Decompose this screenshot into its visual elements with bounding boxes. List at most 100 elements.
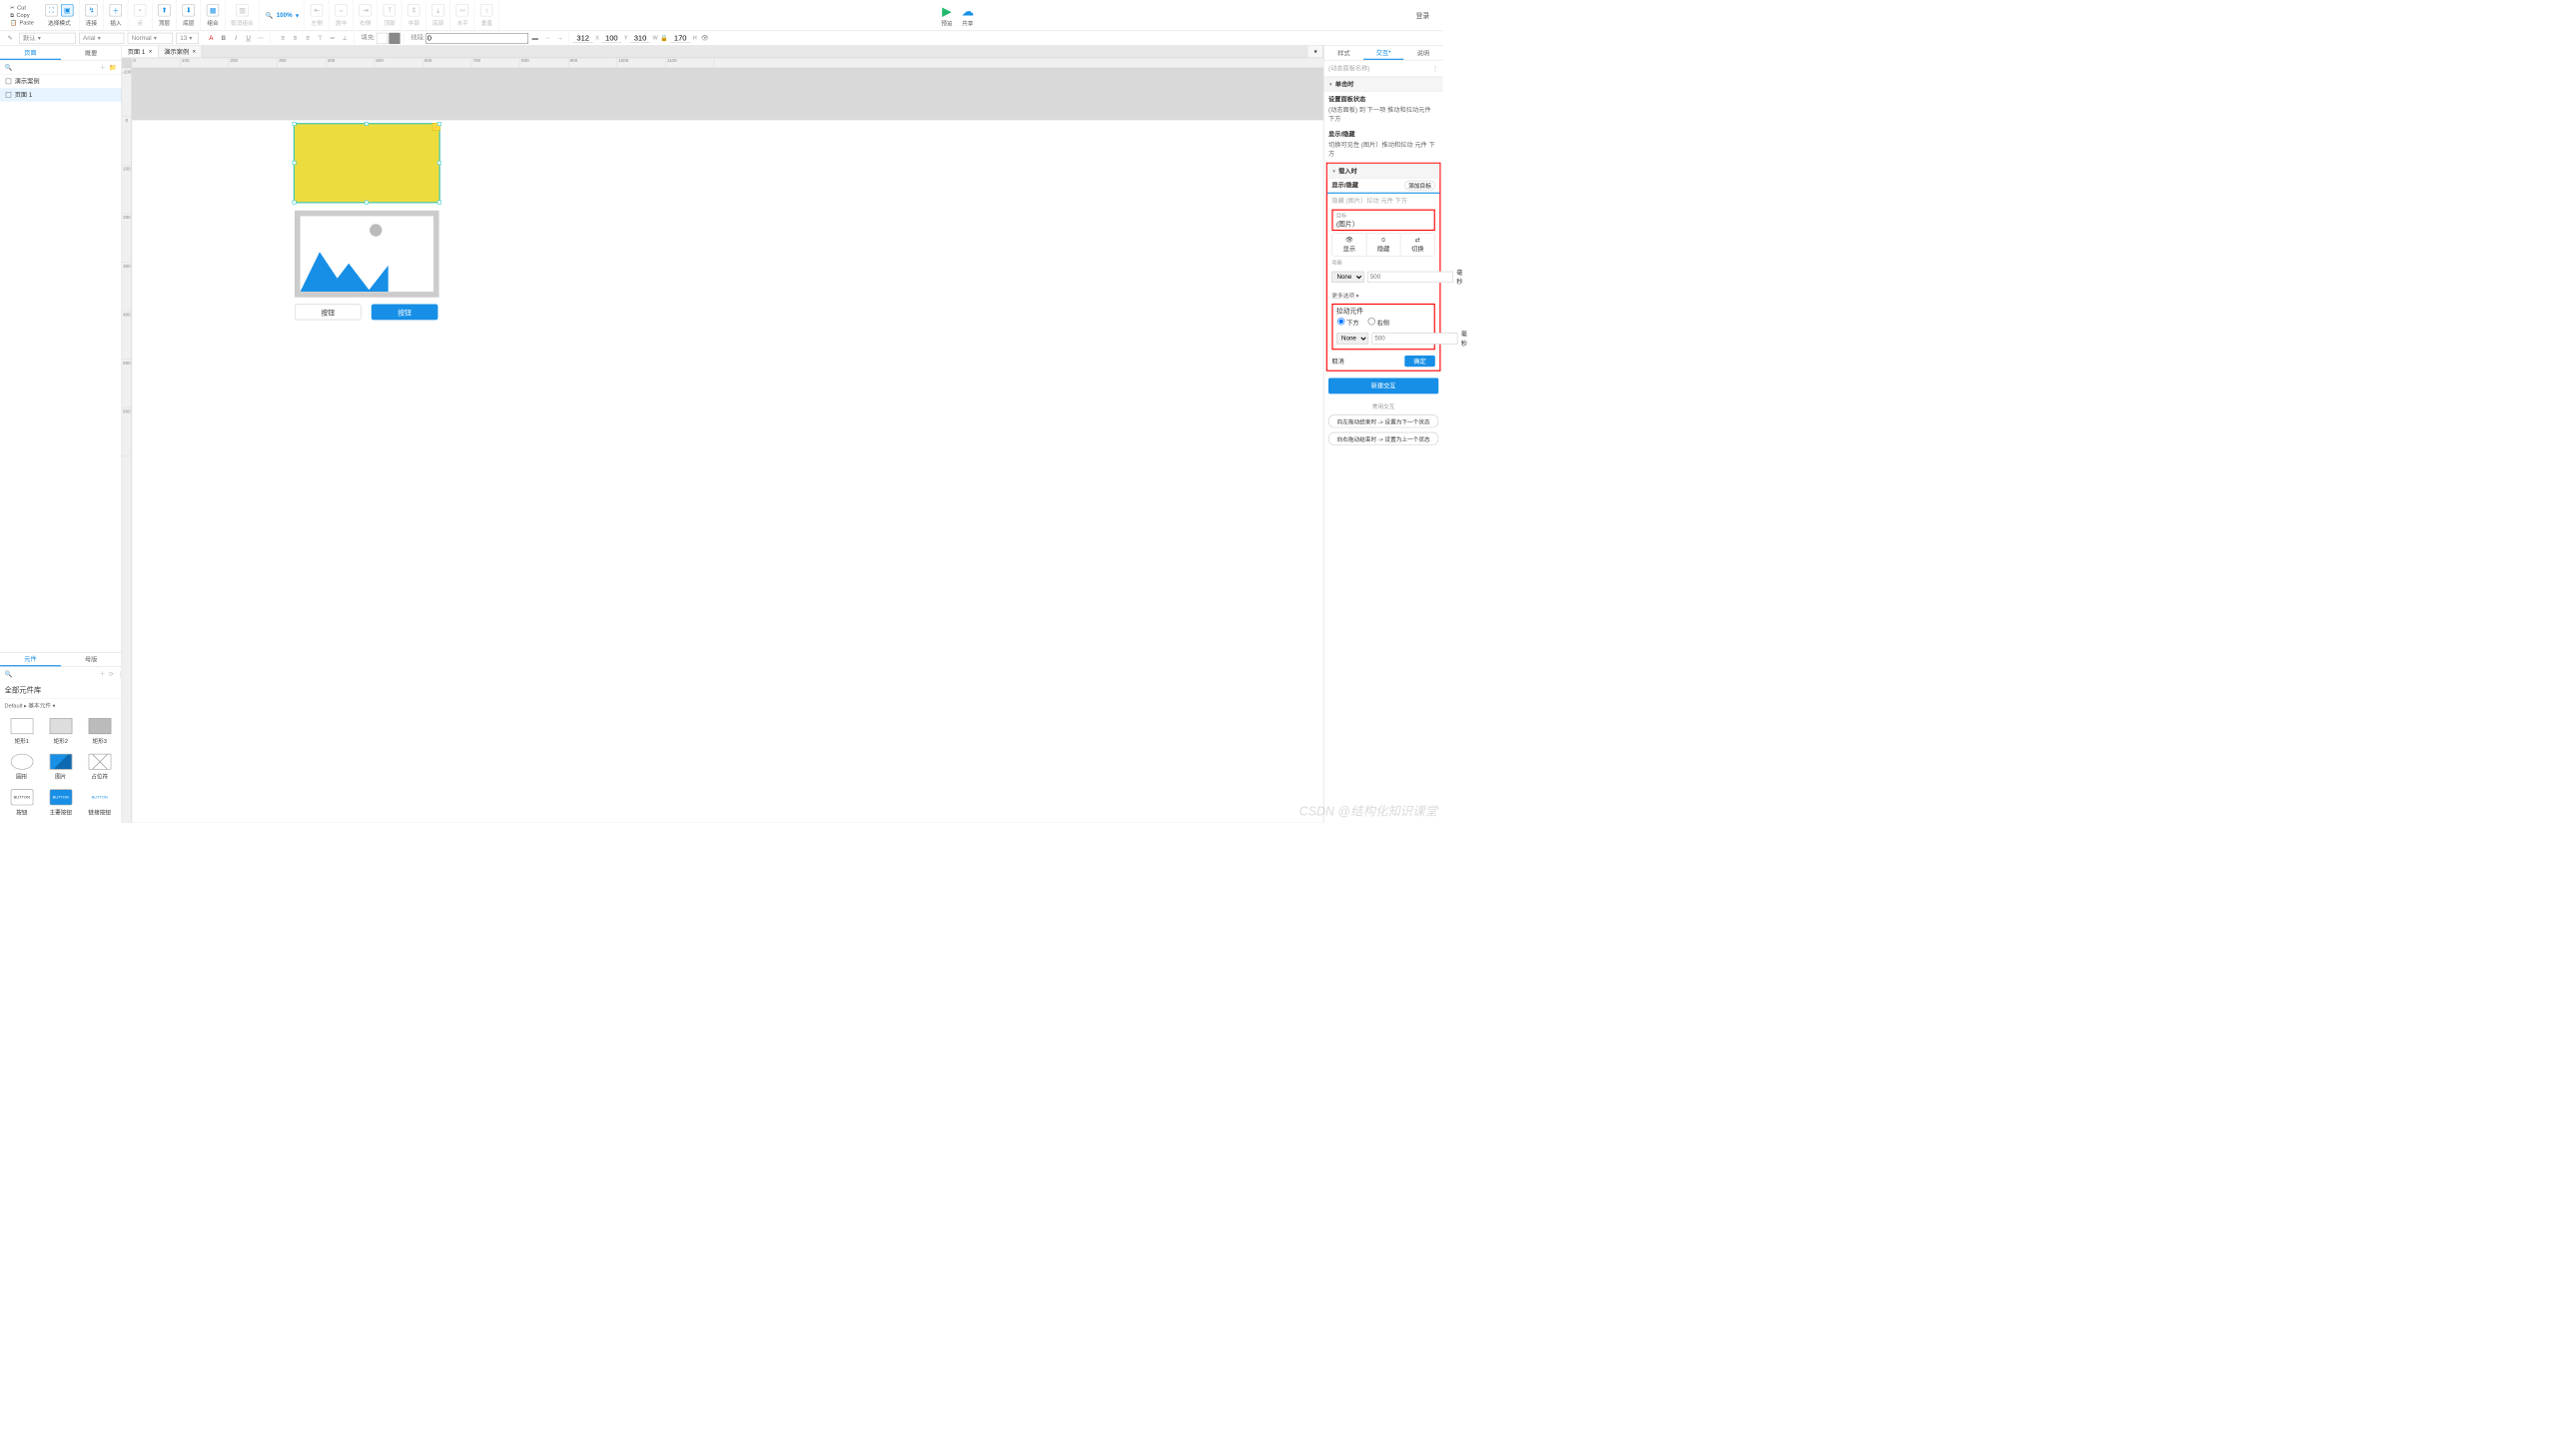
style-name-select[interactable]: 默认▾ — [19, 32, 76, 43]
tab-widgets[interactable]: 元件 — [0, 653, 61, 667]
widget-rect2[interactable]: 矩形2 — [42, 715, 79, 748]
font-color-icon[interactable]: A — [206, 32, 217, 43]
ta-right-icon[interactable]: ≡ — [302, 32, 313, 43]
send-back-icon[interactable]: ⬇ — [183, 4, 195, 16]
action-set-panel-state[interactable]: 设置面板状态 (动态面板) 到 下一项 推动和拉动元件 下方 — [1323, 92, 1442, 127]
more-text-icon[interactable]: ⋯ — [255, 32, 266, 43]
vis-toggle-button[interactable]: ⇄切换 — [1401, 234, 1435, 256]
tab-masters[interactable]: 母版 — [61, 653, 122, 667]
canvas-button-1[interactable]: 按钮 — [295, 305, 362, 321]
font-select[interactable]: Arial▾ — [79, 32, 124, 43]
font-weight-select[interactable]: Normal▾ — [128, 32, 173, 43]
widget-rect1[interactable]: 矩形1 — [3, 715, 40, 748]
insert-icon[interactable]: ＋ — [110, 4, 122, 16]
zoom-control[interactable]: 🔍 100% ▾ — [266, 12, 300, 19]
library-select[interactable]: 全部元件库 — [0, 680, 121, 698]
italic-icon[interactable]: I — [231, 32, 242, 43]
style-manager-icon[interactable]: ✎ — [5, 32, 16, 43]
tab-notes[interactable]: 说明 — [1403, 46, 1443, 60]
widget-image[interactable]: 图片 — [42, 750, 79, 783]
ta-center-icon[interactable]: ≡ — [290, 32, 301, 43]
stroke-color-icon[interactable]: ▬ — [529, 32, 540, 43]
underline-icon[interactable]: U — [243, 32, 254, 43]
common-swipe-right[interactable]: 向右拖动结束时 -> 设置为上一个状态 — [1328, 432, 1438, 445]
preview-button[interactable]: ▶预览 — [941, 4, 952, 27]
direction-right-radio[interactable]: 右侧 — [1368, 318, 1390, 328]
add-target-button[interactable]: 添加目标 — [1404, 181, 1435, 191]
new-interaction-button[interactable]: 新建交互 — [1328, 378, 1438, 394]
y-input[interactable] — [601, 34, 621, 43]
canvas-page[interactable]: ⚡ 按钮 按钮 — [132, 120, 1323, 822]
lib-options-icon[interactable]: ⟳ — [109, 670, 114, 677]
ta-left-icon[interactable]: ≡ — [277, 32, 288, 43]
widget-name-input[interactable]: (动态面板名称) — [1328, 64, 1369, 73]
font-size-select[interactable]: 13▾ — [176, 32, 199, 43]
canvas-tab-demo[interactable]: 演示案例× — [159, 46, 203, 58]
add-page-icon[interactable]: ＋ — [100, 63, 106, 72]
widget-link-button[interactable]: BUTTON链接按钮 — [81, 786, 118, 819]
ok-button[interactable]: 确定 — [1404, 356, 1435, 366]
w-input[interactable] — [630, 34, 650, 43]
event-onclick-header[interactable]: 单击时 — [1323, 77, 1442, 92]
bold-icon[interactable]: B — [218, 32, 229, 43]
va-mid-icon[interactable]: ＝ — [327, 32, 338, 43]
more-options-toggle[interactable]: 更多选项 ▾ — [1327, 289, 1439, 302]
pull-anim-duration-input[interactable] — [1372, 333, 1458, 344]
add-lib-icon[interactable]: ＋ — [99, 669, 105, 678]
event-onload-header[interactable]: 载入时 — [1327, 164, 1439, 179]
stroke-width-input[interactable] — [426, 32, 528, 43]
animation-duration-input[interactable] — [1367, 272, 1453, 283]
direction-below-radio[interactable]: 下方 — [1337, 318, 1359, 328]
copy-button[interactable]: ⧉Copy — [10, 12, 34, 18]
animation-select[interactable]: None — [1331, 272, 1363, 283]
options-icon[interactable]: ⋮ — [1432, 65, 1438, 72]
widget-button[interactable]: BUTTON按钮 — [3, 786, 40, 819]
widget-circle[interactable]: 圆形 — [3, 750, 40, 783]
canvas-button-2[interactable]: 按钮 — [372, 305, 438, 321]
login-link[interactable]: 登录 — [1416, 10, 1439, 20]
close-icon[interactable]: × — [149, 48, 153, 55]
select-intersect-icon[interactable]: ⛶ — [45, 4, 57, 16]
va-top-icon[interactable]: ⊤ — [315, 32, 326, 43]
add-folder-icon[interactable]: 📁 — [109, 64, 117, 71]
tab-pages[interactable]: 页面 — [0, 46, 61, 60]
tabs-menu-icon[interactable]: ▾ — [1308, 46, 1323, 58]
x-input[interactable] — [573, 34, 593, 43]
cancel-button[interactable]: 取消 — [1331, 357, 1343, 365]
page-search-input[interactable] — [16, 64, 97, 71]
cut-button[interactable]: ✂Cut — [10, 5, 34, 11]
vis-hide-button[interactable]: ⦸隐藏 — [1366, 234, 1400, 256]
target-field[interactable]: 目标 (图片） — [1331, 210, 1434, 231]
dynamic-panel-widget[interactable]: ⚡ — [294, 123, 440, 203]
va-bot-icon[interactable]: ⊥ — [340, 32, 351, 43]
widget-placeholder[interactable]: 占位符 — [81, 750, 118, 783]
lock-aspect-icon[interactable]: 🔒 — [660, 34, 668, 41]
visibility-toggle-icon[interactable]: 👁 — [699, 32, 710, 43]
stroke-style-icon[interactable]: ┈ — [541, 32, 552, 43]
group-icon[interactable]: ▦ — [207, 4, 219, 16]
widget-search-input[interactable] — [16, 670, 96, 677]
tab-interactions[interactable]: 交互 • — [1363, 46, 1403, 60]
connect-icon[interactable]: ↯ — [85, 4, 97, 16]
widget-rect3[interactable]: 矩形3 — [81, 715, 118, 748]
select-contain-icon[interactable]: ▣ — [61, 4, 73, 16]
fill-color-swatch2[interactable] — [389, 32, 400, 43]
h-input[interactable] — [670, 34, 690, 43]
fill-color-swatch[interactable] — [377, 32, 388, 43]
library-category[interactable]: Default ▸ 基本元件 ▾ — [0, 698, 121, 711]
arrow-icon[interactable]: → — [554, 32, 565, 43]
widget-primary-button[interactable]: BUTTON主要按钮 — [42, 786, 79, 819]
paste-button[interactable]: 📋Paste — [10, 19, 34, 25]
vis-show-button[interactable]: 👁显示 — [1332, 234, 1366, 256]
close-icon[interactable]: × — [192, 48, 196, 55]
page-item-demo[interactable]: 演示案例 — [0, 75, 121, 89]
share-button[interactable]: ☁共享 — [962, 4, 974, 27]
tab-outline[interactable]: 概要 — [61, 46, 122, 60]
bring-front-icon[interactable]: ⬆ — [158, 4, 170, 16]
action-show-hide[interactable]: 显示/隐藏 切换可见性 (图片）推动和拉动 元件 下方 — [1323, 127, 1442, 162]
page-item-page1[interactable]: 页面 1 — [0, 88, 121, 102]
pull-widgets-field[interactable]: 拉动元件 下方 右侧 None 毫秒 — [1331, 304, 1434, 350]
pull-anim-select[interactable]: None — [1336, 333, 1368, 344]
image-placeholder-widget[interactable] — [295, 211, 439, 298]
common-swipe-left[interactable]: 向左拖动结束时 -> 设置为下一个状态 — [1328, 414, 1438, 427]
